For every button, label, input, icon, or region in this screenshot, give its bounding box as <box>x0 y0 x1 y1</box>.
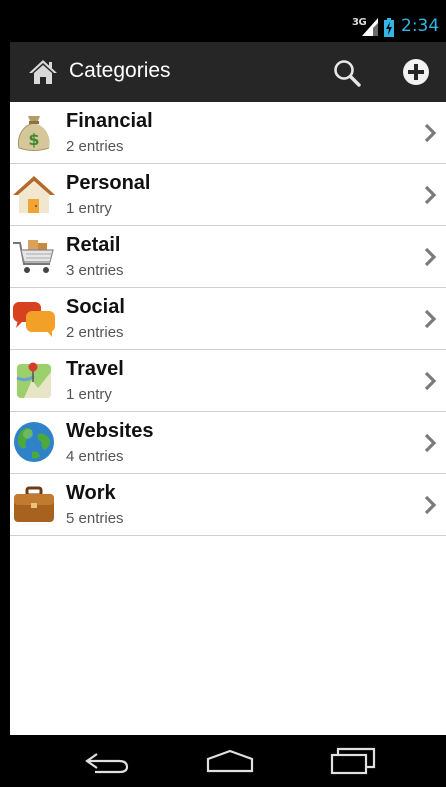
speech-bubbles-icon <box>13 302 55 337</box>
signal-icon <box>362 18 378 36</box>
entry-count: 4 entries <box>66 448 124 465</box>
category-row-financial[interactable]: $ Financial 2 entries <box>10 102 446 164</box>
chevron-right-icon <box>424 371 437 391</box>
category-row-social[interactable]: Social 2 entries <box>10 288 446 350</box>
briefcase-icon <box>14 486 54 522</box>
entry-count: 5 entries <box>66 510 124 527</box>
chevron-right-icon <box>424 247 437 267</box>
chevron-right-icon <box>424 123 437 143</box>
entry-count: 2 entries <box>66 324 124 341</box>
search-icon[interactable] <box>332 58 362 88</box>
category-row-websites[interactable]: Websites 4 entries <box>10 412 446 474</box>
recent-apps-icon[interactable] <box>330 747 376 775</box>
back-icon[interactable] <box>83 748 131 774</box>
home-icon[interactable] <box>205 749 255 773</box>
house-icon <box>13 176 55 213</box>
category-row-retail[interactable]: Retail 3 entries <box>10 226 446 288</box>
category-row-travel[interactable]: Travel 1 entry <box>10 350 446 412</box>
add-icon[interactable] <box>402 58 430 86</box>
clock: 2:34 <box>401 16 440 36</box>
entry-count: 1 entry <box>66 386 112 403</box>
home-icon[interactable] <box>28 59 58 85</box>
entry-count: 3 entries <box>66 262 124 279</box>
navigation-bar <box>10 735 446 787</box>
category-name: Websites <box>66 420 154 442</box>
entry-count: 1 entry <box>66 200 112 217</box>
chevron-right-icon <box>424 495 437 515</box>
category-name: Personal <box>66 172 151 194</box>
battery-icon <box>384 18 394 37</box>
action-bar: Categories <box>10 42 446 102</box>
category-name: Work <box>66 482 116 504</box>
globe-icon <box>14 422 54 462</box>
entry-count: 2 entries <box>66 138 124 155</box>
status-bar: 3G 2:34 <box>10 10 446 42</box>
category-row-work[interactable]: Work 5 entries <box>10 474 446 536</box>
chevron-right-icon <box>424 309 437 329</box>
category-row-personal[interactable]: Personal 1 entry <box>10 164 446 226</box>
category-name: Travel <box>66 358 124 380</box>
money-bag-icon: $ <box>17 116 50 151</box>
category-list: $ Financial 2 entries Personal 1 entry R… <box>10 102 446 536</box>
category-name: Financial <box>66 110 153 132</box>
app-screen: 3G 2:34 Categories $ Financial 2 entries… <box>10 10 446 787</box>
shopping-cart-icon <box>13 240 54 273</box>
chevron-right-icon <box>424 185 437 205</box>
page-title: Categories <box>69 59 171 82</box>
chevron-right-icon <box>424 433 437 453</box>
svg-text:$: $ <box>28 130 39 149</box>
map-pin-icon <box>16 362 51 398</box>
category-name: Retail <box>66 234 121 256</box>
category-name: Social <box>66 296 125 318</box>
